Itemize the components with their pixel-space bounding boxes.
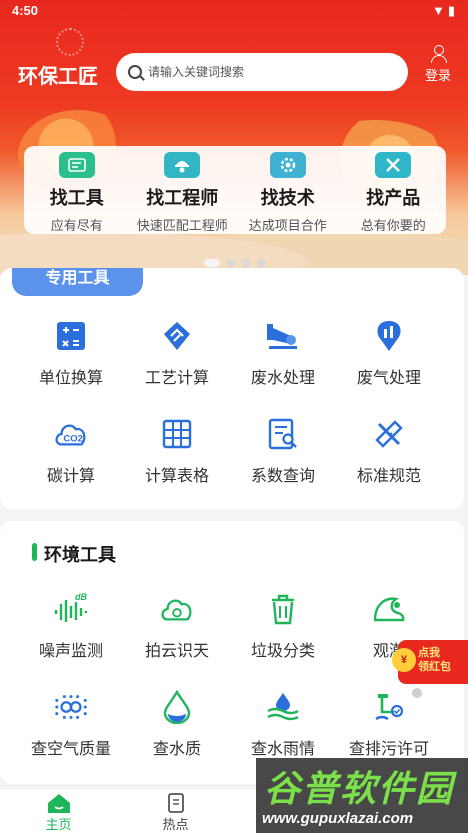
special-tools-grid: 单位换算 工艺计算 废水处理 废气处理 CO2 碳计算 计算表格 系数查询 标准… <box>18 308 442 504</box>
quick-nav-find-tech[interactable]: 找技术 达成项目合作 <box>235 146 341 234</box>
login-label: 登录 <box>424 68 451 83</box>
status-bar: 4:50 ▼▮ <box>0 0 468 22</box>
search-bar[interactable] <box>116 53 408 91</box>
tool-wastewater[interactable]: 废水处理 <box>230 308 336 406</box>
tool-label: 查排污许可 <box>348 741 429 758</box>
quick-nav-card: 找工具 应有尽有 找工程师 快速匹配工程师 找技术 达成项目合作 找产品 总有你… <box>24 146 446 234</box>
tool-air-quality[interactable]: 查空气质量 <box>18 679 124 777</box>
tool-exhaust-gas[interactable]: 废气处理 <box>336 308 442 406</box>
login-button[interactable]: 登录 <box>418 45 458 84</box>
water-drop-icon <box>159 689 195 725</box>
red-packet-button[interactable]: ¥ 点我 领红包 <box>392 640 468 684</box>
quick-nav-title: 找工程师 <box>146 188 219 208</box>
air-quality-icon <box>53 689 89 725</box>
special-tools-card: 专用工具 单位换算 工艺计算 废水处理 废气处理 CO2 碳计算 计算表格 系数… <box>0 268 464 509</box>
tool-label: 查空气质量 <box>30 741 111 758</box>
env-tools-grid: dB 噪声监测 拍云识天 垃圾分类 观潮 查空气质量 查水质 查水雨情 查排污许… <box>18 581 442 777</box>
carousel-dot[interactable] <box>204 259 220 267</box>
firework-decoration <box>56 28 84 56</box>
quick-nav-subtitle: 快速匹配工程师 <box>136 218 228 233</box>
nav-label: 主页 <box>45 817 72 832</box>
tool-noise-monitor[interactable]: dB 噪声监测 <box>18 581 124 679</box>
quick-nav-subtitle: 总有你要的 <box>360 218 426 233</box>
engineer-icon <box>164 152 201 178</box>
coefficient-search-icon <box>265 416 301 452</box>
tool-water-quality[interactable]: 查水质 <box>124 679 230 777</box>
tool-unit-conversion[interactable]: 单位换算 <box>18 308 124 406</box>
discharge-permit-icon <box>371 689 407 725</box>
svg-text:dB: dB <box>75 592 87 602</box>
home-icon <box>46 792 72 814</box>
tool-label: 系数查询 <box>250 468 315 485</box>
co2-cloud-icon: CO2 <box>53 416 89 452</box>
wrench-icon <box>375 152 412 178</box>
watermark-text: 谷普软件园 <box>264 768 455 809</box>
process-calc-icon <box>159 318 195 354</box>
quick-nav-title: 找工具 <box>49 188 104 208</box>
quick-nav-title: 找技术 <box>260 188 315 208</box>
quick-nav-find-product[interactable]: 找产品 总有你要的 <box>341 146 447 234</box>
tool-label: 废气处理 <box>356 370 421 387</box>
tool-label: 垃圾分类 <box>250 643 315 660</box>
nav-label: 热点 <box>162 817 189 832</box>
svg-text:CO2: CO2 <box>63 434 82 445</box>
tool-carbon-calc[interactable]: CO2 碳计算 <box>18 406 124 504</box>
carousel-dot[interactable] <box>227 259 235 267</box>
tool-label: 碳计算 <box>46 468 95 485</box>
exhaust-gas-icon <box>371 318 407 354</box>
tools-icon <box>58 152 95 178</box>
search-input[interactable] <box>148 65 388 79</box>
tool-label: 噪声监测 <box>38 643 103 660</box>
cloud-camera-icon <box>159 591 195 627</box>
status-time: 4:50 <box>12 3 39 18</box>
app-title: 环保工匠 <box>18 66 98 88</box>
tool-coefficient-query[interactable]: 系数查询 <box>230 406 336 504</box>
hot-news-icon <box>163 792 189 814</box>
user-icon <box>431 45 447 63</box>
red-packet-line1: 点我 <box>418 647 440 659</box>
tool-standards[interactable]: 标准规范 <box>336 406 442 504</box>
carousel-dot[interactable] <box>257 259 265 267</box>
calculator-icon <box>53 318 89 354</box>
ruler-pencil-icon <box>371 416 407 452</box>
quick-nav-subtitle: 达成项目合作 <box>248 218 327 233</box>
tool-label: 单位换算 <box>38 370 103 387</box>
tool-process-calc[interactable]: 工艺计算 <box>124 308 230 406</box>
tool-calc-table[interactable]: 计算表格 <box>124 406 230 504</box>
nav-hot[interactable]: 热点 <box>117 790 234 833</box>
tide-wave-icon <box>371 591 407 627</box>
tool-label: 工艺计算 <box>144 370 209 387</box>
watermark-url: www.gupuxlazai.com <box>262 810 414 827</box>
trash-bin-icon <box>265 591 301 627</box>
tool-label: 计算表格 <box>144 468 209 485</box>
coin-icon: ¥ <box>392 648 416 672</box>
tool-label: 拍云识天 <box>144 643 209 660</box>
carousel-indicator <box>204 259 265 267</box>
tool-cloud-recognition[interactable]: 拍云识天 <box>124 581 230 679</box>
table-grid-icon <box>159 416 195 452</box>
wifi-icon: ▼ <box>431 3 448 18</box>
tool-garbage-sort[interactable]: 垃圾分类 <box>230 581 336 679</box>
red-packet-line2: 领红包 <box>418 661 451 673</box>
quick-nav-subtitle: 应有尽有 <box>50 218 103 233</box>
search-icon <box>128 65 142 79</box>
tool-label: 废水处理 <box>250 370 315 387</box>
tool-label: 查水质 <box>152 741 201 758</box>
tool-label: 查水雨情 <box>250 741 315 758</box>
tool-label: 标准规范 <box>356 468 421 485</box>
section-title: 环境工具 <box>32 541 116 567</box>
gear-icon <box>269 152 306 178</box>
battery-icon: ▮ <box>447 3 458 18</box>
quick-nav-find-engineer[interactable]: 找工程师 快速匹配工程师 <box>130 146 236 234</box>
noise-db-icon: dB <box>53 591 89 627</box>
red-packet-close-icon[interactable] <box>412 688 422 698</box>
carousel-dot[interactable] <box>242 259 250 267</box>
wastewater-icon <box>265 318 301 354</box>
special-tools-tab[interactable]: 专用工具 <box>12 268 143 296</box>
quick-nav-find-tools[interactable]: 找工具 应有尽有 <box>24 146 130 234</box>
watermark: 谷普软件园 www.gupuxlazai.com <box>256 758 468 833</box>
nav-home[interactable]: 主页 <box>0 790 117 833</box>
rain-water-icon <box>265 689 301 725</box>
quick-nav-title: 找产品 <box>366 188 421 208</box>
